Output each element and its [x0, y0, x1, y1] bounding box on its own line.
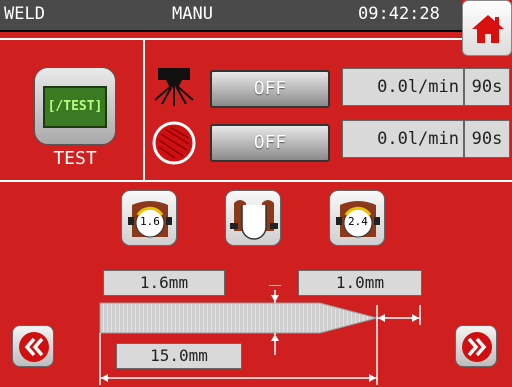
gauge-center-icon — [230, 200, 278, 240]
test-button[interactable]: [/TEST] — [34, 67, 116, 145]
test-label: TEST — [53, 148, 97, 169]
divider-vertical — [143, 38, 145, 180]
divider-top — [0, 38, 462, 40]
wire-flow-readout[interactable]: 0.0l/min — [342, 120, 464, 158]
wire-time-readout[interactable]: 90s — [464, 120, 510, 158]
gauge-button-center[interactable] — [225, 190, 281, 246]
test-screen: [/TEST] — [43, 86, 107, 128]
status-bar: WELD MANU 09:42:28 — [0, 0, 462, 32]
wire-spool-icon — [151, 120, 197, 166]
divider-middle — [0, 180, 512, 182]
gas-time-readout[interactable]: 90s — [464, 68, 510, 106]
clock: 09:42:28 — [358, 4, 440, 24]
gauge-button-right[interactable]: 2.4 — [329, 190, 385, 246]
home-button[interactable] — [462, 0, 512, 56]
gauge-button-left[interactable]: 1.6 — [121, 190, 177, 246]
home-icon — [472, 15, 504, 43]
previous-button[interactable] — [12, 325, 54, 367]
wire-off-button[interactable]: OFF — [210, 124, 330, 162]
gauge-left-value: 1.6 — [140, 215, 160, 228]
double-chevron-left-icon — [19, 332, 49, 362]
gas-off-button[interactable]: OFF — [210, 70, 330, 108]
next-button[interactable] — [455, 325, 497, 367]
gas-flow-readout[interactable]: 0.0l/min — [342, 68, 464, 106]
double-chevron-right-icon — [462, 332, 492, 362]
electrode-diagram — [99, 285, 421, 385]
gas-spray-icon — [152, 68, 196, 108]
gauge-right-value: 2.4 — [348, 215, 368, 228]
submode-label: MANU — [172, 4, 213, 24]
mode-label: WELD — [4, 4, 45, 24]
